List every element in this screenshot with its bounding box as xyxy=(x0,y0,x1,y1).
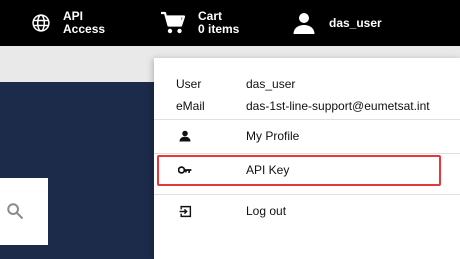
menu-item-label: My Profile xyxy=(246,129,300,143)
user-info-value: das_user xyxy=(246,77,296,91)
top-navigation-bar: API Access Cart 0 items das_user xyxy=(0,0,460,46)
search-box[interactable] xyxy=(0,178,48,245)
user-name: das_user xyxy=(329,15,382,30)
logout-icon xyxy=(178,204,192,218)
user-menu-toggle[interactable]: das_user xyxy=(292,0,382,46)
email-info-value: das-1st-line-support@eumetsat.int xyxy=(246,99,430,113)
search-icon[interactable] xyxy=(6,202,24,225)
api-access-label-line2: Access xyxy=(63,22,106,36)
divider xyxy=(154,119,460,120)
highlight-box xyxy=(157,155,441,186)
cart-icon xyxy=(160,11,186,35)
cart-link[interactable]: Cart 0 items xyxy=(160,0,239,46)
menu-item-my-profile[interactable]: My Profile xyxy=(154,122,460,150)
api-access-link[interactable]: API Access xyxy=(31,0,105,46)
user-info-label: User xyxy=(176,77,202,91)
menu-item-log-out[interactable]: Log out xyxy=(154,197,460,225)
divider xyxy=(154,194,460,195)
email-info-label: eMail xyxy=(176,99,205,113)
cart-count: 0 items xyxy=(198,22,240,36)
globe-icon xyxy=(31,13,51,33)
person-icon xyxy=(292,11,316,35)
person-icon xyxy=(178,129,192,143)
user-dropdown-menu: User das_user eMail das-1st-line-support… xyxy=(154,58,460,259)
divider xyxy=(154,153,460,154)
menu-item-label: Log out xyxy=(246,204,287,218)
